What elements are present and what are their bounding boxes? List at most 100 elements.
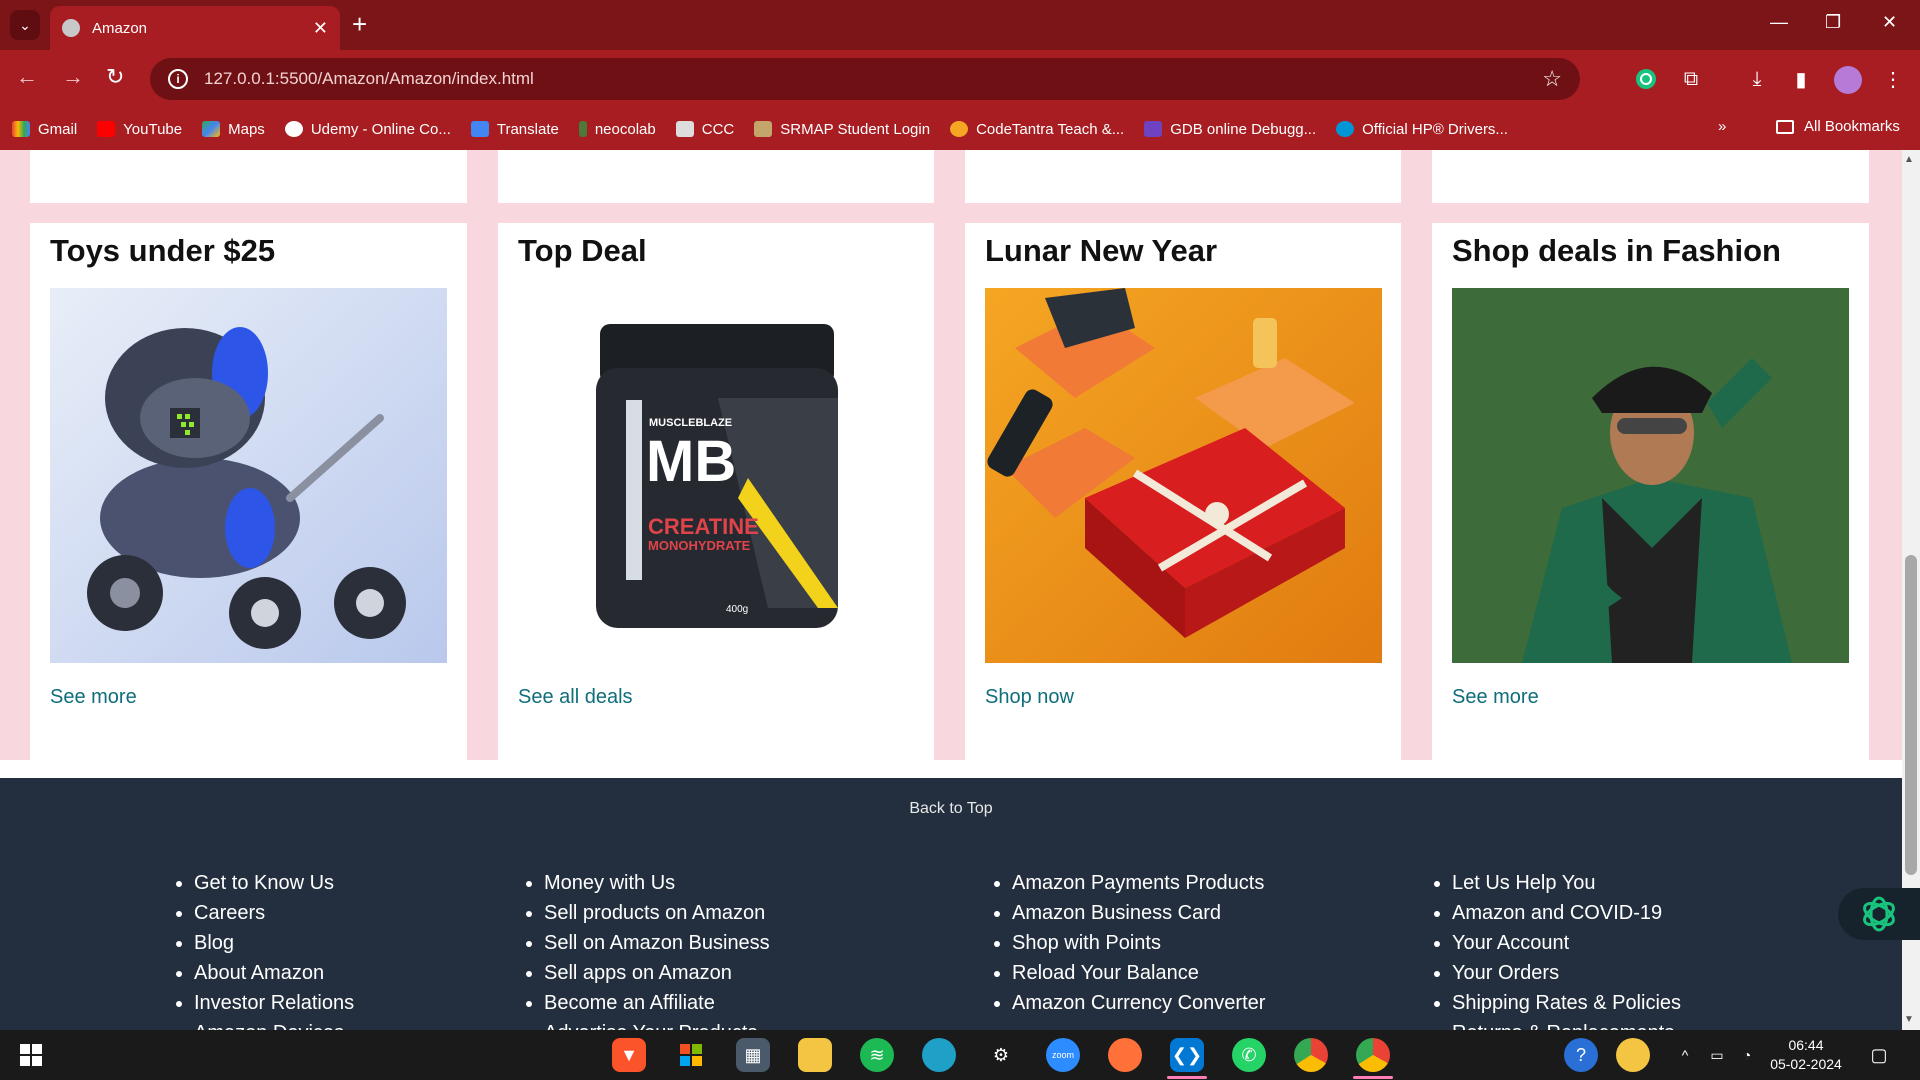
minimize-icon[interactable]: —	[1770, 12, 1788, 33]
footer-link[interactable]: Careers	[194, 898, 354, 928]
extensions-icon[interactable]: ⧉	[1678, 66, 1704, 92]
gifts-image[interactable]	[985, 288, 1382, 663]
footer-link[interactable]: Amazon Business Card	[1012, 898, 1265, 928]
footer-link[interactable]: Sell on Amazon Business	[544, 928, 770, 958]
forward-arrow-icon[interactable]: →	[62, 64, 84, 90]
address-url[interactable]: 127.0.0.1:5500/Amazon/Amazon/index.html	[204, 69, 1542, 89]
chevron-up-icon[interactable]: ^	[1668, 1038, 1702, 1072]
footer-link[interactable]: Advertise Your Products	[544, 1018, 770, 1030]
microsoft-store-icon[interactable]	[674, 1038, 708, 1072]
vscode-icon[interactable]: ❮❯	[1170, 1038, 1204, 1072]
see-more-link[interactable]: See more	[1452, 686, 1539, 709]
bookmark-gdb[interactable]: GDB online Debugg...	[1144, 121, 1316, 138]
card-title: Lunar New Year	[985, 233, 1218, 268]
bookmark-gmail[interactable]: Gmail	[12, 121, 77, 138]
footer-link[interactable]: Your Account	[1452, 928, 1681, 958]
zoom-icon[interactable]: zoom	[1046, 1038, 1080, 1072]
browser-tab[interactable]: Amazon ✕	[50, 6, 340, 50]
bookmark-star-icon[interactable]: ☆	[1542, 66, 1562, 92]
bookmark-srmap[interactable]: SRMAP Student Login	[754, 121, 930, 138]
tab-search-button[interactable]: ⌄	[10, 10, 40, 40]
back-arrow-icon[interactable]: ←	[16, 64, 38, 90]
bookmark-neocolab[interactable]: neocolab	[578, 121, 656, 138]
active-app-indicator	[1353, 1076, 1393, 1079]
see-more-link[interactable]: See more	[50, 686, 137, 709]
footer-link[interactable]: Blog	[194, 928, 354, 958]
google-icon	[284, 121, 303, 137]
address-bar[interactable]: i 127.0.0.1:5500/Amazon/Amazon/index.htm…	[150, 58, 1580, 100]
side-panel-icon[interactable]: ▮	[1788, 66, 1814, 92]
card-fashion: Shop deals in Fashion See more	[1432, 223, 1869, 760]
youtube-icon	[97, 121, 116, 137]
folder-icon	[1776, 119, 1794, 134]
bookmark-maps[interactable]: Maps	[202, 121, 265, 138]
footer-link[interactable]: Amazon Currency Converter	[1012, 988, 1265, 1018]
notifications-icon[interactable]: ▢	[1862, 1038, 1896, 1072]
chrome-icon[interactable]	[1294, 1038, 1328, 1072]
bookmark-ccc[interactable]: CCC	[675, 121, 734, 138]
close-icon[interactable]: ✕	[313, 18, 328, 39]
footer-link[interactable]: Let Us Help You	[1452, 868, 1681, 898]
bookmark-hp[interactable]: Official HP® Drivers...	[1336, 121, 1508, 138]
windows-start-icon[interactable]	[14, 1038, 48, 1072]
chrome-active-icon[interactable]	[1356, 1038, 1390, 1072]
back-to-top-link[interactable]: Back to Top	[0, 800, 1902, 818]
footer-link[interactable]: Amazon and COVID-19	[1452, 898, 1681, 928]
maps-icon	[202, 121, 221, 137]
download-icon[interactable]: ⤓	[1744, 66, 1770, 92]
chatgpt-assistant-button[interactable]	[1838, 888, 1920, 940]
site-info-icon[interactable]: i	[168, 69, 188, 89]
bookmark-udemy[interactable]: Udemy - Online Co...	[284, 121, 451, 138]
brave-browser-icon[interactable]: ▼	[612, 1038, 646, 1072]
restore-icon[interactable]: ❐	[1825, 12, 1841, 33]
weather-icon[interactable]	[1616, 1038, 1650, 1072]
system-clock[interactable]: 06:44 05-02-2024	[1756, 1036, 1856, 1074]
settings-gear-icon[interactable]: ⚙	[984, 1038, 1018, 1072]
spotify-icon[interactable]: ≋	[860, 1038, 894, 1072]
footer-link[interactable]: Shipping Rates & Policies	[1452, 988, 1681, 1018]
shop-now-link[interactable]: Shop now	[985, 686, 1074, 709]
footer-link[interactable]: About Amazon	[194, 958, 354, 988]
menu-icon[interactable]: ⋮	[1880, 66, 1906, 92]
footer-link[interactable]: Amazon Payments Products	[1012, 868, 1265, 898]
file-explorer-icon[interactable]	[798, 1038, 832, 1072]
clock-date: 05-02-2024	[1770, 1056, 1842, 1072]
chatgpt-extension-icon[interactable]	[1633, 66, 1659, 92]
scroll-down-arrow-icon[interactable]: ▼	[1904, 1014, 1914, 1025]
bookmark-translate[interactable]: Translate	[470, 121, 559, 138]
footer-link[interactable]: Get to Know Us	[194, 868, 354, 898]
edge-browser-icon[interactable]	[922, 1038, 956, 1072]
footer-column-1: Get to Know Us Careers Blog About Amazon…	[170, 868, 354, 1030]
footer-link[interactable]: Money with Us	[544, 868, 770, 898]
calculator-icon[interactable]: ▦	[736, 1038, 770, 1072]
card-title: Top Deal	[518, 233, 647, 268]
footer-link[interactable]: Reload Your Balance	[1012, 958, 1265, 988]
footer-link[interactable]: Your Orders	[1452, 958, 1681, 988]
fashion-model-image[interactable]	[1452, 288, 1849, 663]
window-close-icon[interactable]: ✕	[1882, 12, 1897, 33]
reload-icon[interactable]: ↻	[106, 64, 124, 90]
battery-icon[interactable]: ▭	[1700, 1038, 1734, 1072]
bookmark-youtube[interactable]: YouTube	[97, 121, 182, 138]
whatsapp-icon[interactable]: ✆	[1232, 1038, 1266, 1072]
creatine-product-image[interactable]: 400g MUSCLEBLAZE MB CREATINE MONOHYDRATE	[518, 288, 915, 663]
scrollbar-thumb[interactable]	[1905, 555, 1917, 875]
toy-robot-dog-image[interactable]	[50, 288, 447, 663]
footer-link[interactable]: Amazon Devices	[194, 1018, 354, 1030]
scroll-up-arrow-icon[interactable]: ▲	[1904, 154, 1914, 165]
help-icon[interactable]: ?	[1564, 1038, 1598, 1072]
footer-link[interactable]: Investor Relations	[194, 988, 354, 1018]
card-partial	[30, 150, 467, 203]
footer-link[interactable]: Shop with Points	[1012, 928, 1265, 958]
footer-link[interactable]: Sell apps on Amazon	[544, 958, 770, 988]
bookmark-codetantra[interactable]: CodeTantra Teach &...	[950, 121, 1124, 138]
more-bookmarks-icon[interactable]: »	[1718, 118, 1726, 135]
footer-link[interactable]: Sell products on Amazon	[544, 898, 770, 928]
see-all-deals-link[interactable]: See all deals	[518, 686, 633, 709]
all-bookmarks-folder[interactable]: All Bookmarks	[1776, 118, 1900, 135]
firefox-icon[interactable]	[1108, 1038, 1142, 1072]
profile-avatar[interactable]	[1834, 66, 1862, 94]
new-tab-button[interactable]: +	[352, 10, 367, 38]
footer-link[interactable]: Become an Affiliate	[544, 988, 770, 1018]
footer-link[interactable]: Returns & Replacements	[1452, 1018, 1681, 1030]
